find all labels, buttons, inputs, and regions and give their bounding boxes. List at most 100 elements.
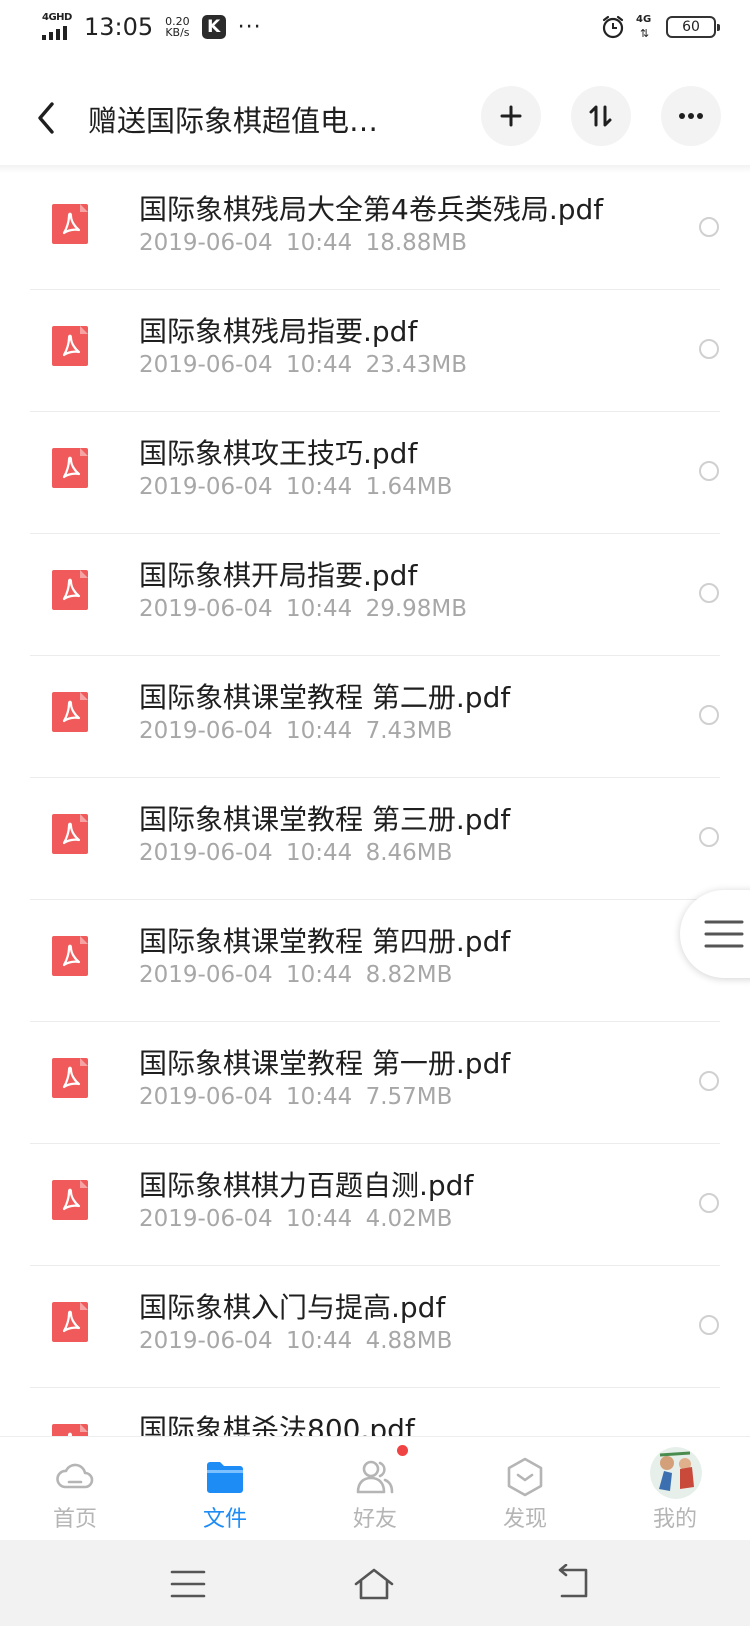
select-radio[interactable] bbox=[699, 1193, 719, 1213]
file-list-item[interactable]: 国际象棋棋力百题自测.pdf 2019-06-04 10:44 4.02MB bbox=[0, 1144, 750, 1266]
alarm-icon bbox=[602, 15, 624, 39]
pdf-file-icon bbox=[52, 1058, 88, 1098]
system-back-icon[interactable] bbox=[550, 1564, 594, 1604]
pdf-file-icon bbox=[52, 326, 88, 366]
file-name: 国际象棋课堂教程 第四册.pdf bbox=[139, 925, 511, 958]
battery-icon: 60 bbox=[666, 16, 720, 38]
file-meta: 2019-06-04 10:44 8.46MB bbox=[139, 840, 453, 866]
discover-icon bbox=[507, 1457, 543, 1497]
status-bar-left: 4GHD 13:05 0.20 KB/s K ··· bbox=[40, 12, 262, 42]
cloud-icon bbox=[56, 1463, 94, 1489]
file-name: 国际象棋课堂教程 第二册.pdf bbox=[139, 681, 511, 714]
app-notification-icon: K bbox=[201, 15, 226, 39]
speed-unit: KB/s bbox=[165, 26, 190, 39]
friends-icon bbox=[356, 1460, 394, 1494]
app-screen: 4GHD 13:05 0.20 KB/s K ··· 4G ⇅ 60 赠送国际象… bbox=[0, 0, 750, 1626]
tab-friends[interactable]: 好友 bbox=[300, 1437, 450, 1541]
file-list-item[interactable]: 国际象棋课堂教程 第四册.pdf 2019-06-04 10:44 8.82MB bbox=[0, 900, 750, 1022]
file-meta: 2019-06-04 10:44 8.82MB bbox=[139, 962, 453, 988]
status-time: 13:05 bbox=[84, 13, 154, 41]
home-icon[interactable] bbox=[352, 1564, 396, 1604]
notification-dot bbox=[397, 1445, 408, 1456]
select-radio[interactable] bbox=[699, 217, 719, 237]
tab-files[interactable]: 文件 bbox=[150, 1437, 300, 1541]
signal-icon: 4GHD bbox=[40, 12, 74, 42]
file-name: 国际象棋课堂教程 第三册.pdf bbox=[139, 803, 511, 836]
tab-friends-label: 好友 bbox=[352, 1507, 397, 1532]
select-radio[interactable] bbox=[699, 705, 719, 725]
tab-home-label: 首页 bbox=[52, 1507, 97, 1532]
pdf-file-icon bbox=[52, 204, 88, 244]
file-name: 国际象棋课堂教程 第一册.pdf bbox=[139, 1047, 511, 1080]
tab-home[interactable]: 首页 bbox=[0, 1437, 150, 1541]
status-bar: 4GHD 13:05 0.20 KB/s K ··· 4G ⇅ 60 bbox=[0, 0, 750, 60]
file-name: 国际象棋残局大全第4卷兵类残局.pdf bbox=[139, 193, 604, 226]
pdf-file-icon bbox=[52, 814, 88, 854]
back-arrow-icon[interactable] bbox=[30, 96, 66, 140]
bottom-tab-bar: 首页 文件 好友 发现 我的 bbox=[0, 1436, 750, 1540]
folder-title: 赠送国际象棋超值电… bbox=[88, 104, 379, 138]
file-list-item[interactable]: 国际象棋开局指要.pdf 2019-06-04 10:44 29.98MB bbox=[0, 534, 750, 656]
sort-icon bbox=[589, 105, 612, 127]
file-name: 国际象棋杀法800.pdf bbox=[139, 1413, 415, 1438]
pdf-file-icon bbox=[52, 448, 88, 488]
select-radio[interactable] bbox=[699, 461, 719, 481]
pdf-file-icon bbox=[52, 1302, 88, 1342]
file-name: 国际象棋入门与提高.pdf bbox=[139, 1291, 446, 1324]
file-list-item[interactable]: 国际象棋残局指要.pdf 2019-06-04 10:44 23.43MB bbox=[0, 290, 750, 412]
pdf-file-icon bbox=[52, 1180, 88, 1220]
more-notifications-icon: ··· bbox=[237, 14, 262, 40]
battery-level: 60 bbox=[682, 19, 700, 35]
avatar bbox=[650, 1447, 702, 1499]
network-speed: 0.20 KB/s bbox=[165, 16, 190, 38]
file-meta: 2019-06-04 10:44 7.57MB bbox=[139, 1084, 453, 1110]
pdf-file-icon bbox=[52, 692, 88, 732]
select-radio[interactable] bbox=[699, 827, 719, 847]
recent-apps-icon[interactable] bbox=[166, 1564, 210, 1604]
tab-files-label: 文件 bbox=[202, 1507, 247, 1532]
tab-mine-label: 我的 bbox=[652, 1507, 697, 1532]
status-bar-right: 4G ⇅ 60 bbox=[600, 14, 720, 40]
file-meta: 2019-06-04 10:44 29.98MB bbox=[139, 596, 468, 622]
file-meta: 2019-06-04 10:44 23.43MB bbox=[139, 352, 468, 378]
tab-mine[interactable]: 我的 bbox=[600, 1437, 750, 1541]
file-name: 国际象棋开局指要.pdf bbox=[139, 559, 418, 592]
file-list-item[interactable]: 国际象棋入门与提高.pdf 2019-06-04 10:44 4.88MB bbox=[0, 1266, 750, 1388]
file-name: 国际象棋棋力百题自测.pdf bbox=[139, 1169, 474, 1202]
select-radio[interactable] bbox=[699, 1315, 719, 1335]
more-button[interactable] bbox=[661, 86, 721, 146]
network-type-label: 4GHD bbox=[42, 12, 72, 23]
file-meta: 2019-06-04 10:44 18.88MB bbox=[139, 230, 468, 256]
mobile-data-label: 4G bbox=[636, 14, 652, 25]
file-list-item[interactable]: 国际象棋课堂教程 第二册.pdf 2019-06-04 10:44 7.43MB bbox=[0, 656, 750, 778]
file-name: 国际象棋攻王技巧.pdf bbox=[139, 437, 418, 470]
file-list[interactable]: 国际象棋残局大全第4卷兵类残局.pdf 2019-06-04 10:44 18.8… bbox=[0, 168, 750, 1438]
file-list-item[interactable]: 国际象棋残局大全第4卷兵类残局.pdf 2019-06-04 10:44 18.8… bbox=[0, 168, 750, 290]
pdf-file-icon bbox=[52, 570, 88, 610]
file-meta: 2019-06-04 10:44 4.02MB bbox=[139, 1206, 453, 1232]
file-name: 国际象棋残局指要.pdf bbox=[139, 315, 418, 348]
hamburger-icon bbox=[704, 920, 744, 948]
more-dots-icon bbox=[679, 113, 703, 119]
add-button[interactable] bbox=[481, 86, 541, 146]
file-list-item[interactable]: 国际象棋攻王技巧.pdf 2019-06-04 10:44 1.64MB bbox=[0, 412, 750, 534]
folder-header: 赠送国际象棋超值电… bbox=[0, 70, 750, 166]
plus-icon bbox=[500, 105, 522, 127]
file-meta: 2019-06-04 10:44 4.88MB bbox=[139, 1328, 453, 1354]
file-meta: 2019-06-04 10:44 7.43MB bbox=[139, 718, 453, 744]
signal-bars bbox=[42, 26, 67, 40]
select-radio[interactable] bbox=[699, 1071, 719, 1091]
system-navigation-bar bbox=[0, 1540, 750, 1626]
select-radio[interactable] bbox=[699, 339, 719, 359]
file-list-item[interactable]: 国际象棋杀法800.pdf bbox=[0, 1388, 750, 1438]
tab-discover-label: 发现 bbox=[502, 1507, 547, 1532]
file-list-item[interactable]: 国际象棋课堂教程 第一册.pdf 2019-06-04 10:44 7.57MB bbox=[0, 1022, 750, 1144]
pdf-file-icon bbox=[52, 936, 88, 976]
file-meta: 2019-06-04 10:44 1.64MB bbox=[139, 474, 453, 500]
mobile-data-icon: 4G ⇅ bbox=[636, 14, 652, 40]
file-list-item[interactable]: 国际象棋课堂教程 第三册.pdf 2019-06-04 10:44 8.46MB bbox=[0, 778, 750, 900]
sort-button[interactable] bbox=[571, 86, 631, 146]
select-radio[interactable] bbox=[699, 583, 719, 603]
tab-discover[interactable]: 发现 bbox=[450, 1437, 600, 1541]
folder-icon bbox=[207, 1462, 243, 1493]
